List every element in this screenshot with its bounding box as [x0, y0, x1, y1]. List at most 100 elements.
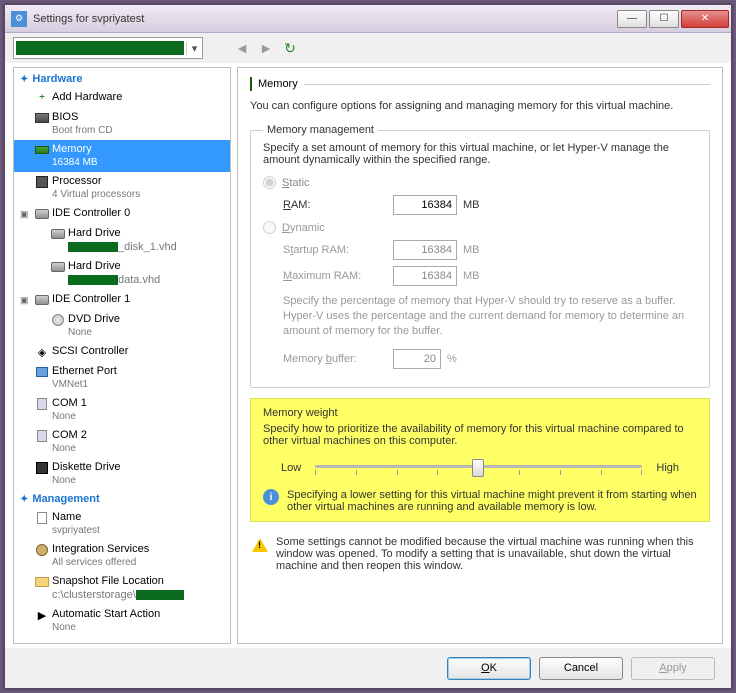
- ram-unit: MB: [463, 199, 480, 211]
- tree-ide0[interactable]: ▣ IDE Controller 0: [14, 204, 230, 224]
- tree-ide0-hd2[interactable]: Hard Drivedata.vhd: [14, 257, 230, 290]
- static-radio-row: Static: [263, 176, 697, 189]
- chip-icon: [34, 110, 50, 126]
- pane-title: Memory: [258, 78, 298, 90]
- reserve-note: Specify the percentage of memory that Hy…: [283, 294, 697, 339]
- memory-icon: [250, 78, 252, 90]
- warning-icon: [252, 538, 268, 552]
- redacted-text: [136, 590, 184, 600]
- management-heading: Management: [32, 493, 99, 505]
- buffer-row: Memory buffer: %: [283, 349, 697, 369]
- tree-bios[interactable]: BIOSBoot from CD: [14, 108, 230, 140]
- tree-add-hardware[interactable]: ⁺ Add Hardware: [14, 88, 230, 108]
- nav-forward-button[interactable]: ►: [257, 39, 275, 57]
- controller-icon: [34, 206, 50, 222]
- max-ram-input: [393, 266, 457, 286]
- ram-row: RAM: MB: [283, 195, 697, 215]
- startup-ram-input: [393, 240, 457, 260]
- tree-dvd[interactable]: DVD DriveNone: [14, 310, 230, 342]
- startup-ram-label: Startup RAM:: [283, 244, 393, 256]
- collapse-icon: ✦: [20, 494, 28, 505]
- minimize-button[interactable]: —: [617, 10, 647, 28]
- redacted-text: [68, 275, 118, 285]
- redacted-vm-name: [16, 41, 184, 55]
- dynamic-label: Dynamic: [282, 222, 325, 234]
- tree-memory[interactable]: Memory16384 MB: [14, 140, 230, 172]
- serial-port-icon: [34, 396, 50, 412]
- pane-description: You can configure options for assigning …: [250, 100, 710, 112]
- scsi-icon: ◈: [34, 344, 50, 360]
- tree-processor[interactable]: Processor4 Virtual processors: [14, 172, 230, 204]
- apply-button: Apply: [631, 657, 715, 680]
- warning-row: Some settings cannot be modified because…: [250, 532, 710, 576]
- cancel-button[interactable]: Cancel: [539, 657, 623, 680]
- close-button[interactable]: ✕: [681, 10, 729, 28]
- refresh-button[interactable]: ↻: [281, 39, 299, 57]
- startup-ram-row: Startup RAM: MB: [283, 240, 697, 260]
- tree-scsi[interactable]: ◈ SCSI Controller: [14, 342, 230, 362]
- buffer-input: [393, 349, 441, 369]
- ram-input[interactable]: [393, 195, 457, 215]
- memory-management-text: Specify a set amount of memory for this …: [263, 142, 697, 166]
- memory-icon: [34, 142, 50, 158]
- toolbar: ▾ ◄ ► ↻: [5, 33, 731, 63]
- weight-info-text: Specifying a lower setting for this virt…: [287, 489, 697, 513]
- expand-icon[interactable]: ▣: [20, 292, 32, 306]
- memory-management-legend: Memory management: [263, 124, 378, 136]
- start-action-icon: ▶: [34, 607, 50, 623]
- slider-thumb[interactable]: [472, 459, 484, 477]
- integration-icon: [34, 542, 50, 558]
- nav-back-button[interactable]: ◄: [233, 39, 251, 57]
- memory-management-group: Memory management Specify a set amount o…: [250, 124, 710, 388]
- dialog-buttons: OK Cancel Apply: [5, 648, 731, 688]
- settings-tree[interactable]: ✦ Hardware ⁺ Add Hardware BIOSBoot from …: [13, 67, 231, 644]
- details-pane: Memory You can configure options for ass…: [237, 67, 723, 644]
- tree-ide0-hd1[interactable]: Hard Drive_disk_1.vhd: [14, 224, 230, 257]
- floppy-icon: [34, 460, 50, 476]
- info-icon: i: [263, 489, 279, 505]
- tree-integration[interactable]: Integration ServicesAll services offered: [14, 540, 230, 572]
- name-icon: [34, 510, 50, 526]
- startup-ram-unit: MB: [463, 244, 480, 256]
- hdd-icon: [50, 259, 66, 275]
- buffer-unit: %: [447, 353, 457, 365]
- memory-weight-title: Memory weight: [263, 407, 697, 419]
- max-ram-row: Maximum RAM: MB: [283, 266, 697, 286]
- tree-ethernet[interactable]: Ethernet PortVMNet1: [14, 362, 230, 394]
- maximize-button[interactable]: ☐: [649, 10, 679, 28]
- controller-icon: [34, 292, 50, 308]
- tree-ide1[interactable]: ▣ IDE Controller 1: [14, 290, 230, 310]
- tree-name[interactable]: Namesvpriyatest: [14, 508, 230, 540]
- tree-snapshot[interactable]: Snapshot File Locationc:\clusterstorage\: [14, 572, 230, 605]
- management-section[interactable]: ✦ Management: [14, 490, 230, 508]
- hardware-section[interactable]: ✦ Hardware: [14, 70, 230, 88]
- memory-weight-slider[interactable]: [315, 459, 642, 477]
- dvd-icon: [50, 312, 66, 328]
- tree-autostart[interactable]: ▶ Automatic Start ActionNone: [14, 605, 230, 637]
- slider-low-label: Low: [281, 462, 301, 474]
- expand-icon[interactable]: ▣: [20, 206, 32, 220]
- buffer-label: Memory buffer:: [283, 353, 393, 365]
- ram-label: RAM:: [283, 199, 393, 211]
- hdd-icon: [50, 226, 66, 242]
- app-icon: ⚙: [11, 11, 27, 27]
- static-radio: [263, 176, 276, 189]
- tree-com2[interactable]: COM 2None: [14, 426, 230, 458]
- memory-weight-group: Memory weight Specify how to prioritize …: [250, 398, 710, 522]
- network-icon: [34, 364, 50, 380]
- tree-com1[interactable]: COM 1None: [14, 394, 230, 426]
- collapse-icon: ✦: [20, 74, 28, 85]
- tree-diskette[interactable]: Diskette DriveNone: [14, 458, 230, 490]
- folder-icon: [34, 574, 50, 590]
- dynamic-radio-row: Dynamic: [263, 221, 697, 234]
- max-ram-label: Maximum RAM:: [283, 270, 393, 282]
- warning-text: Some settings cannot be modified because…: [276, 536, 708, 572]
- ok-button[interactable]: OK: [447, 657, 531, 680]
- max-ram-unit: MB: [463, 270, 480, 282]
- add-icon: ⁺: [34, 90, 50, 106]
- hardware-heading: Hardware: [32, 73, 82, 85]
- window-title: Settings for svpriyatest: [33, 13, 617, 25]
- slider-high-label: High: [656, 462, 679, 474]
- vm-selector-combo[interactable]: ▾: [13, 37, 203, 59]
- settings-window: ⚙ Settings for svpriyatest — ☐ ✕ ▾ ◄ ► ↻…: [4, 4, 732, 689]
